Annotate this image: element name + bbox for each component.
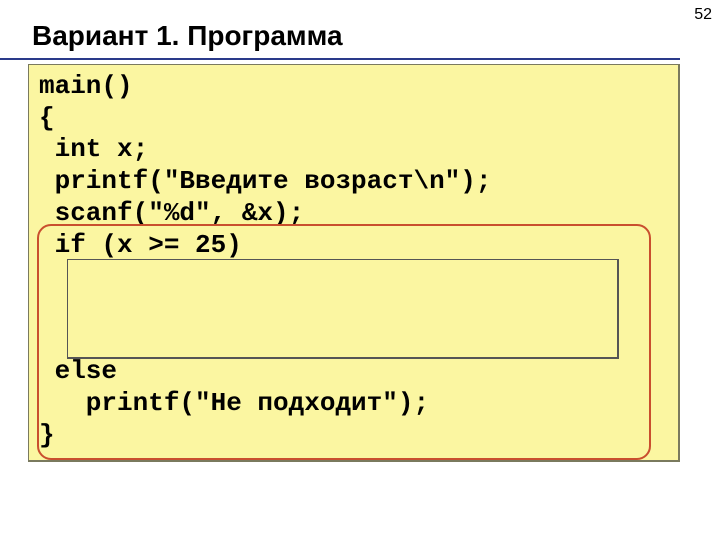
code-line: }	[39, 420, 668, 452]
page-number: 52	[694, 6, 712, 24]
code-line: printf("Подходит");	[39, 293, 668, 325]
code-line: if (x <= 40)	[39, 261, 668, 293]
code-line: int x;	[39, 134, 668, 166]
code-line: scanf("%d", &x);	[39, 198, 668, 230]
code-block: main() { int x; printf("Введите возраст\…	[39, 71, 668, 452]
code-line: printf("Не подходит");	[39, 388, 668, 420]
code-line: if (x >= 25)	[39, 230, 668, 262]
code-panel: main() { int x; printf("Введите возраст\…	[28, 64, 680, 462]
slide-heading: Вариант 1. Программа	[0, 0, 680, 60]
code-line: main()	[39, 71, 668, 103]
code-line: else	[39, 356, 668, 388]
code-line: {	[39, 103, 668, 135]
code-line: printf("Введите возраст\n");	[39, 166, 668, 198]
code-line: else printf("Не подходит");	[39, 325, 668, 357]
